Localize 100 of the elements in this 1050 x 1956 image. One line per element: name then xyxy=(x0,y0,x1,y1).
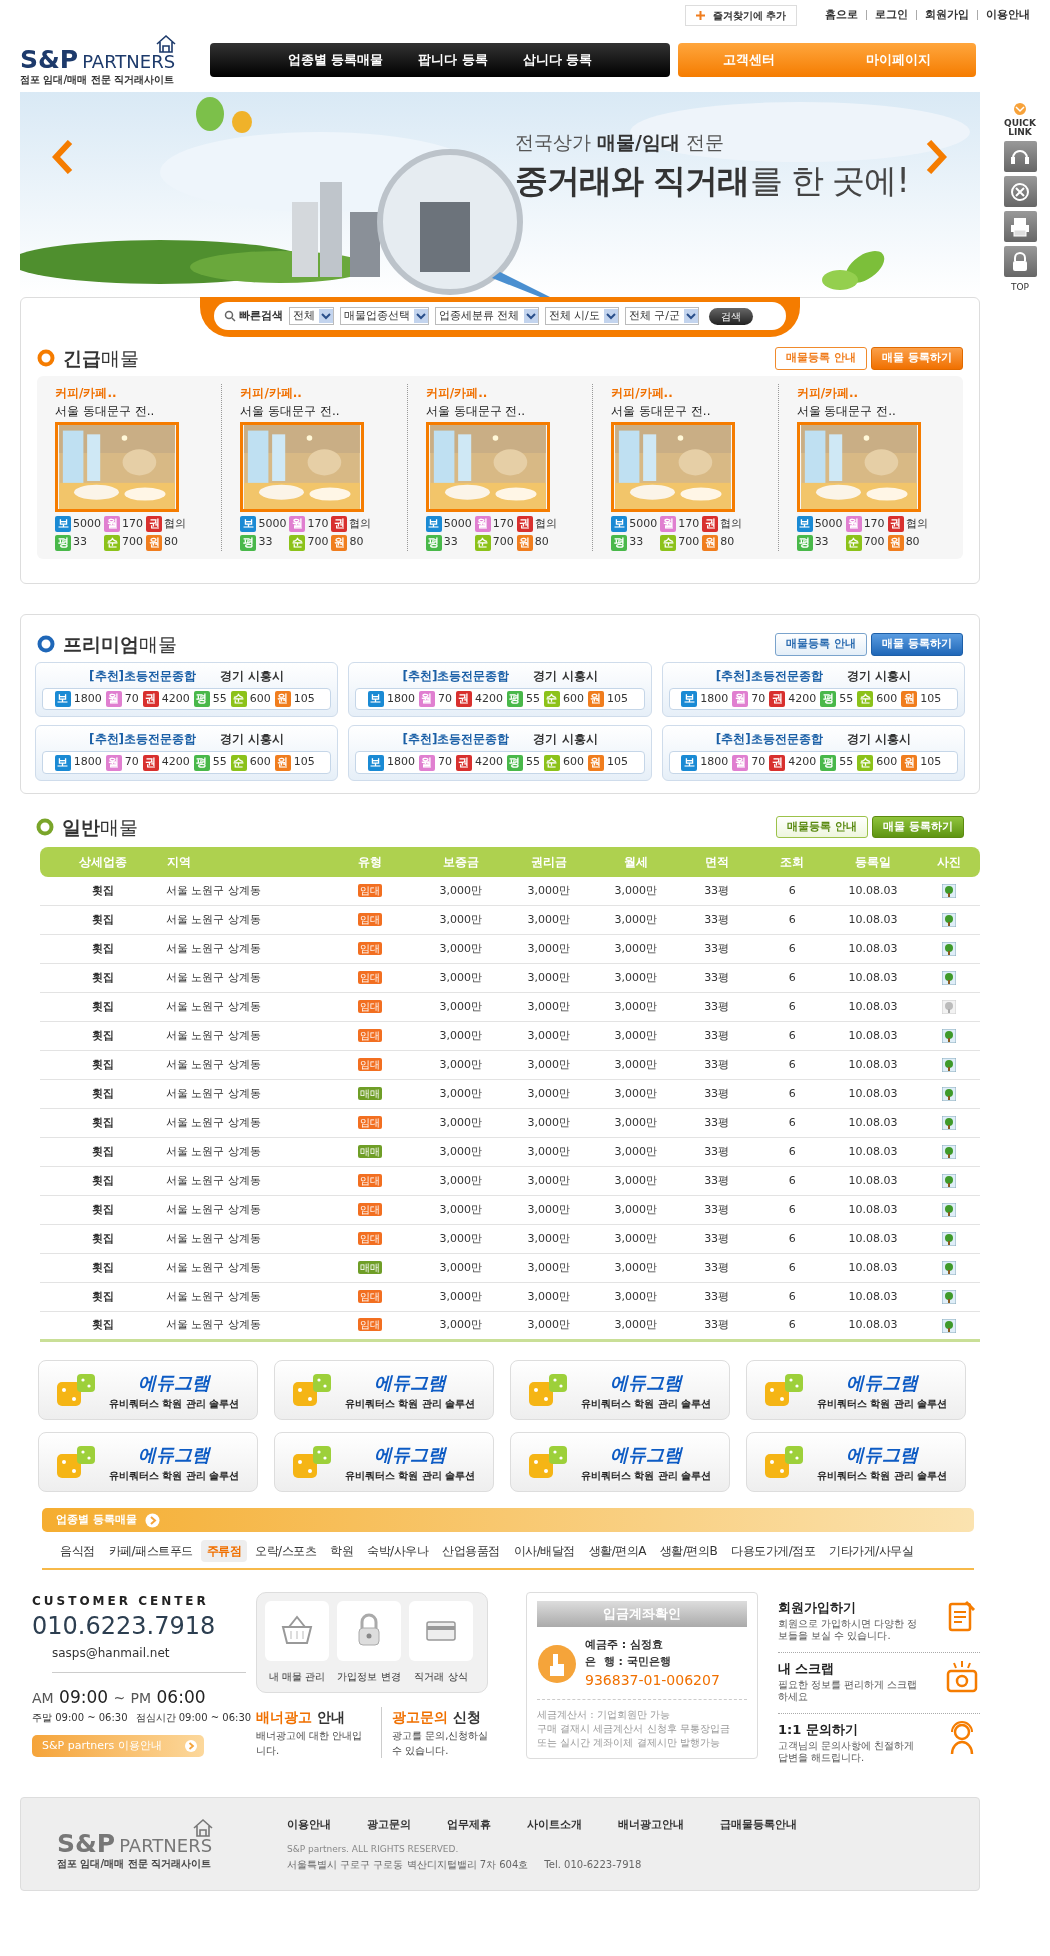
listing-card[interactable]: [추천]초등전문종합 경기 시흥시 보 1800 월 70 권 4200 평 55 순 600 원 105 xyxy=(661,661,965,718)
stat-value: 4200 xyxy=(161,754,190,771)
ad-subtitle: 유비쿼터스 학원 관리 솔루션 xyxy=(345,1397,476,1412)
footer-link[interactable]: 사이트소개 xyxy=(527,1816,582,1834)
search-label: 빠른검색 xyxy=(239,307,283,324)
footer-link[interactable]: 배너광고안내 xyxy=(618,1816,684,1834)
footer-link[interactable]: 이용안내 xyxy=(287,1816,331,1834)
ad-banner[interactable]: 에듀그램 유비쿼터스 학원 관리 솔루션 xyxy=(746,1360,966,1421)
nav-link[interactable]: 업종별 등록매물 xyxy=(287,50,384,70)
select-field[interactable]: 매물업종선택 xyxy=(340,307,429,325)
stat-value: 170 xyxy=(307,515,329,532)
top-link[interactable]: 홈으로 xyxy=(825,6,858,24)
footer-link[interactable]: 업무제휴 xyxy=(447,1816,491,1834)
select-field[interactable]: 전체 시/도 xyxy=(544,307,619,325)
ad-info-title[interactable]: 배너광고 안내 xyxy=(256,1707,371,1729)
category-link[interactable]: 산업용품점 xyxy=(436,1540,506,1563)
category-link[interactable]: 기타가게/사무실 xyxy=(823,1540,920,1563)
footer-link[interactable]: 급매물등록안내 xyxy=(720,1816,797,1834)
member-link-title[interactable]: 1:1 문의하기 xyxy=(777,1720,918,1740)
stat-value: 55 xyxy=(212,754,227,771)
ad-info-title[interactable]: 광고문의 신청 xyxy=(392,1707,496,1729)
listing-location: 경기 시흥시 xyxy=(220,731,285,749)
ad-banner[interactable]: 에듀그램 유비쿼터스 학원 관리 솔루션 xyxy=(274,1360,494,1421)
stat-value: 협의 xyxy=(164,515,186,532)
table-cell: 서울 노원구 상계동 xyxy=(165,1021,324,1051)
stat-badge: 월 xyxy=(419,691,435,708)
category-link[interactable]: 생활/편의A xyxy=(582,1540,652,1563)
table-cell: 횟집 xyxy=(40,1253,166,1283)
table-cell: 10.08.03 xyxy=(828,1166,917,1196)
stat-badge: 원 xyxy=(146,534,162,551)
stat-badge: 평 xyxy=(820,754,837,771)
table-cell: 3,000만 xyxy=(417,1137,504,1167)
ad-banner[interactable]: 에듀그램 유비쿼터스 학원 관리 솔루션 xyxy=(38,1360,258,1421)
top-link[interactable]: 이용안내 xyxy=(986,6,1030,24)
stat-badge: 권 xyxy=(702,516,719,533)
listing-card[interactable]: [추천]초등전문종합 경기 시흥시 보 1800 월 70 권 4200 평 55 순 600 원 105 xyxy=(348,725,652,781)
select-field[interactable]: 전체 구/군 xyxy=(624,307,699,325)
listing-location: 서울 동대문구 전.. xyxy=(611,402,712,420)
category-link[interactable]: 생활/편의B xyxy=(653,1540,724,1563)
type-badge: 임대 xyxy=(358,1115,383,1129)
top-link[interactable]: TOP xyxy=(1011,281,1029,295)
ad-banner[interactable]: 에듀그램 유비쿼터스 학원 관리 솔루션 xyxy=(510,1360,730,1421)
table-cell: 3,000만 xyxy=(503,1224,594,1254)
select-field[interactable]: 전체 xyxy=(289,307,334,325)
account-note: 세금계산서 : 기업회원만 가능 xyxy=(537,1708,671,1723)
category-link[interactable]: 숙박/사우나 xyxy=(361,1540,435,1563)
stat-value: 105 xyxy=(920,690,942,707)
guide-button[interactable]: 매물등록 안내 xyxy=(776,815,869,839)
table-cell: 6 xyxy=(755,1021,829,1051)
column-header: 사진 xyxy=(917,846,980,877)
category-link[interactable]: 이사/배달점 xyxy=(507,1540,581,1563)
nav-link[interactable]: 삽니다 등록 xyxy=(522,50,593,70)
table-cell: 33평 xyxy=(677,1311,756,1341)
table-cell: 10.08.03 xyxy=(828,1195,917,1225)
register-button[interactable]: 매물 등록하기 xyxy=(871,633,963,656)
ad-subtitle: 유비쿼터스 학원 관리 솔루션 xyxy=(581,1469,712,1484)
search-button[interactable]: 검색 xyxy=(708,307,753,325)
listing-card[interactable]: [추천]초등전문종합 경기 시흥시 보 1800 월 70 권 4200 평 55 순 600 원 105 xyxy=(348,661,652,718)
ad-banner[interactable]: 에듀그램 유비쿼터스 학원 관리 솔루션 xyxy=(38,1432,258,1493)
select-field[interactable]: 업종세분류 전체 xyxy=(435,307,539,325)
logo-tagline: 점포 임대/매매 전문 직거래사이트 xyxy=(20,72,176,87)
table-cell: 횟집 xyxy=(40,1311,166,1341)
nav-link[interactable]: 팝니다 등록 xyxy=(418,50,488,70)
member-link-title[interactable]: 회원가입하기 xyxy=(777,1598,918,1618)
table-cell: 3,000만 xyxy=(503,963,594,993)
member-link-title[interactable]: 내 스크랩 xyxy=(777,1659,918,1679)
category-link[interactable]: 다용도가게/점포 xyxy=(725,1540,822,1563)
table-cell: 횟집 xyxy=(40,1137,166,1167)
listing-card[interactable]: [추천]초등전문종합 경기 시흥시 보 1800 월 70 권 4200 평 55 순 600 원 105 xyxy=(35,661,339,718)
ad-title: 에듀그램 xyxy=(373,1371,448,1396)
category-link[interactable]: 카페/패스트푸드 xyxy=(102,1540,199,1563)
column-header: 유형 xyxy=(323,846,418,877)
footer-link[interactable]: 광고문의 xyxy=(367,1816,411,1834)
category-title: 업종별 등록매물 xyxy=(56,1511,137,1528)
ad-banner[interactable]: 에듀그램 유비쿼터스 학원 관리 솔루션 xyxy=(510,1432,730,1493)
address-text: 서울특별시 구로구 구로동 벽산디지털밸리 7차 604호 xyxy=(287,1857,529,1872)
table-cell: 6 xyxy=(755,963,829,993)
stat-value: 1800 xyxy=(387,690,415,707)
type-badge: 매매 xyxy=(358,1144,383,1158)
guide-button[interactable]: 매물등록 안내 xyxy=(775,633,868,656)
logo-text: S&P PARTNERS xyxy=(20,46,176,72)
bookmark-link[interactable]: 즐겨찾기에 추가 xyxy=(684,4,797,26)
stat-value: 105 xyxy=(920,754,942,771)
table-cell: 3,000만 xyxy=(417,1166,504,1196)
stat-badge: 월 xyxy=(845,516,862,533)
top-link[interactable]: 로그인 xyxy=(875,6,908,24)
ad-banner[interactable]: 에듀그램 유비쿼터스 학원 관리 솔루션 xyxy=(274,1432,494,1493)
listing-card[interactable]: [추천]초등전문종합 경기 시흥시 보 1800 월 70 권 4200 평 55 순 600 원 105 xyxy=(35,725,339,781)
category-link[interactable]: 오락/스포츠 xyxy=(249,1540,323,1563)
listing-card[interactable]: [추천]초등전문종합 경기 시흥시 보 1800 월 70 권 4200 평 55 순 600 원 105 xyxy=(661,725,965,781)
category-link[interactable]: 음식점 xyxy=(54,1540,101,1563)
table-cell: 33평 xyxy=(677,934,756,964)
top-link[interactable]: 회원가입 xyxy=(925,6,969,24)
stat-value: 4200 xyxy=(475,754,503,771)
table-cell: 3,000만 xyxy=(503,876,594,906)
category-link[interactable]: 학원 xyxy=(324,1540,360,1563)
stat-value: 협의 xyxy=(534,515,557,532)
table-cell: 횟집 xyxy=(40,876,166,906)
stat-badge: 평 xyxy=(55,534,71,551)
ad-banner[interactable]: 에듀그램 유비쿼터스 학원 관리 솔루션 xyxy=(746,1432,966,1493)
